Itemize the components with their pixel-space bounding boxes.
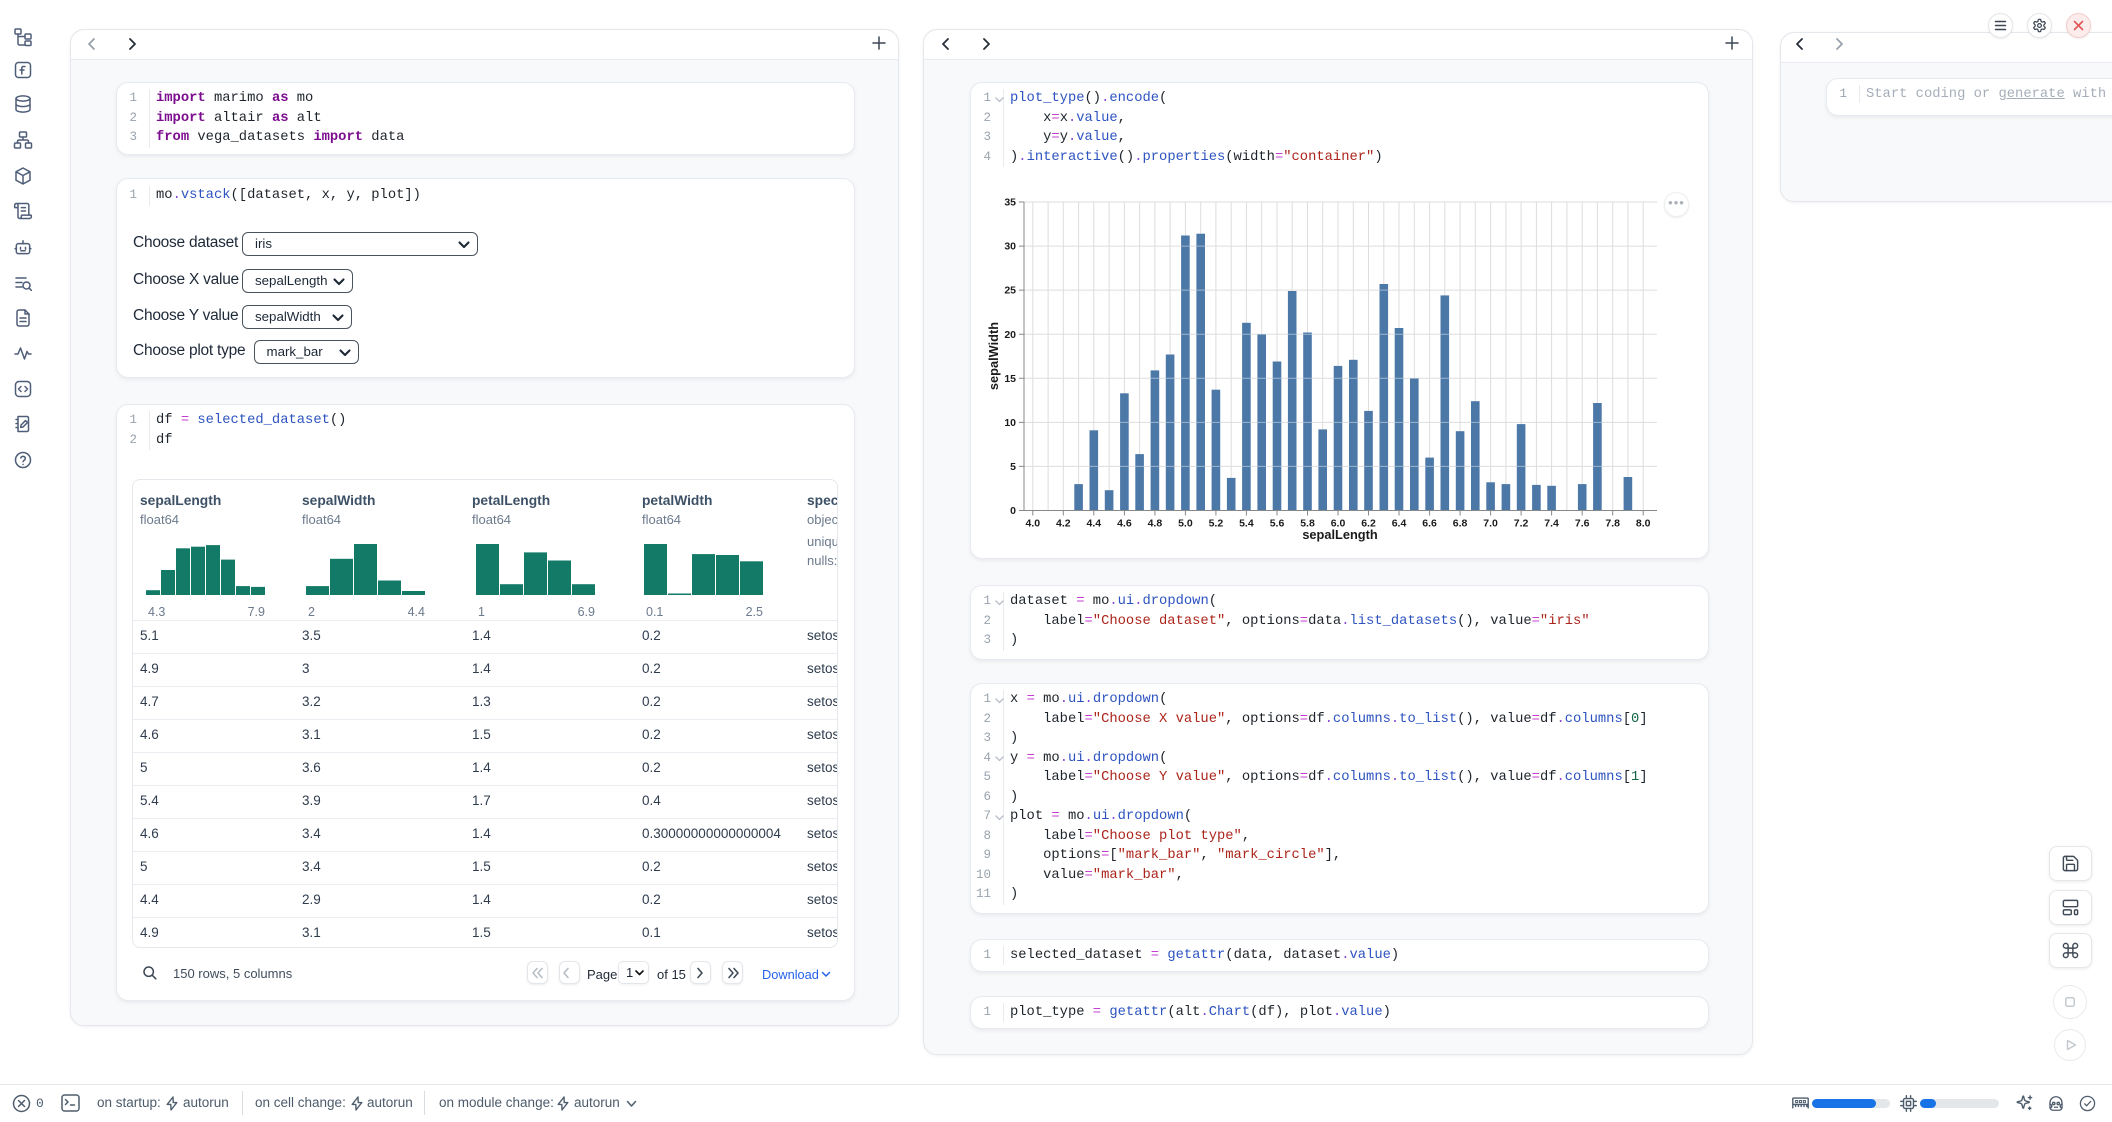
- svg-text:35: 35: [1004, 197, 1016, 209]
- svg-text:4.0: 4.0: [1025, 518, 1040, 530]
- svg-text:4.2: 4.2: [1056, 518, 1071, 530]
- svg-text:8.0: 8.0: [1636, 518, 1651, 530]
- svg-text:6.4: 6.4: [1392, 518, 1407, 530]
- svg-text:7.8: 7.8: [1605, 518, 1620, 530]
- svg-text:5.6: 5.6: [1270, 518, 1285, 530]
- svg-text:10: 10: [1004, 417, 1016, 429]
- svg-text:6.6: 6.6: [1422, 518, 1437, 530]
- svg-text:5.0: 5.0: [1178, 518, 1193, 530]
- svg-text:20: 20: [1004, 329, 1016, 341]
- svg-text:6.8: 6.8: [1453, 518, 1468, 530]
- svg-text:4.6: 4.6: [1117, 518, 1132, 530]
- svg-text:7.0: 7.0: [1483, 518, 1498, 530]
- svg-text:15: 15: [1004, 373, 1016, 385]
- svg-text:4.4: 4.4: [1086, 518, 1101, 530]
- svg-text:25: 25: [1004, 285, 1016, 297]
- svg-text:7.2: 7.2: [1514, 518, 1529, 530]
- svg-text:sepalWidth: sepalWidth: [986, 322, 1001, 390]
- svg-text:sepalLength: sepalLength: [1302, 527, 1378, 542]
- svg-text:5: 5: [1010, 461, 1016, 473]
- svg-text:7.6: 7.6: [1575, 518, 1590, 530]
- svg-text:4.8: 4.8: [1148, 518, 1163, 530]
- svg-text:7.4: 7.4: [1544, 518, 1559, 530]
- svg-text:5.2: 5.2: [1209, 518, 1224, 530]
- svg-text:5.4: 5.4: [1239, 518, 1254, 530]
- svg-text:30: 30: [1004, 241, 1016, 253]
- svg-text:0: 0: [1010, 505, 1016, 517]
